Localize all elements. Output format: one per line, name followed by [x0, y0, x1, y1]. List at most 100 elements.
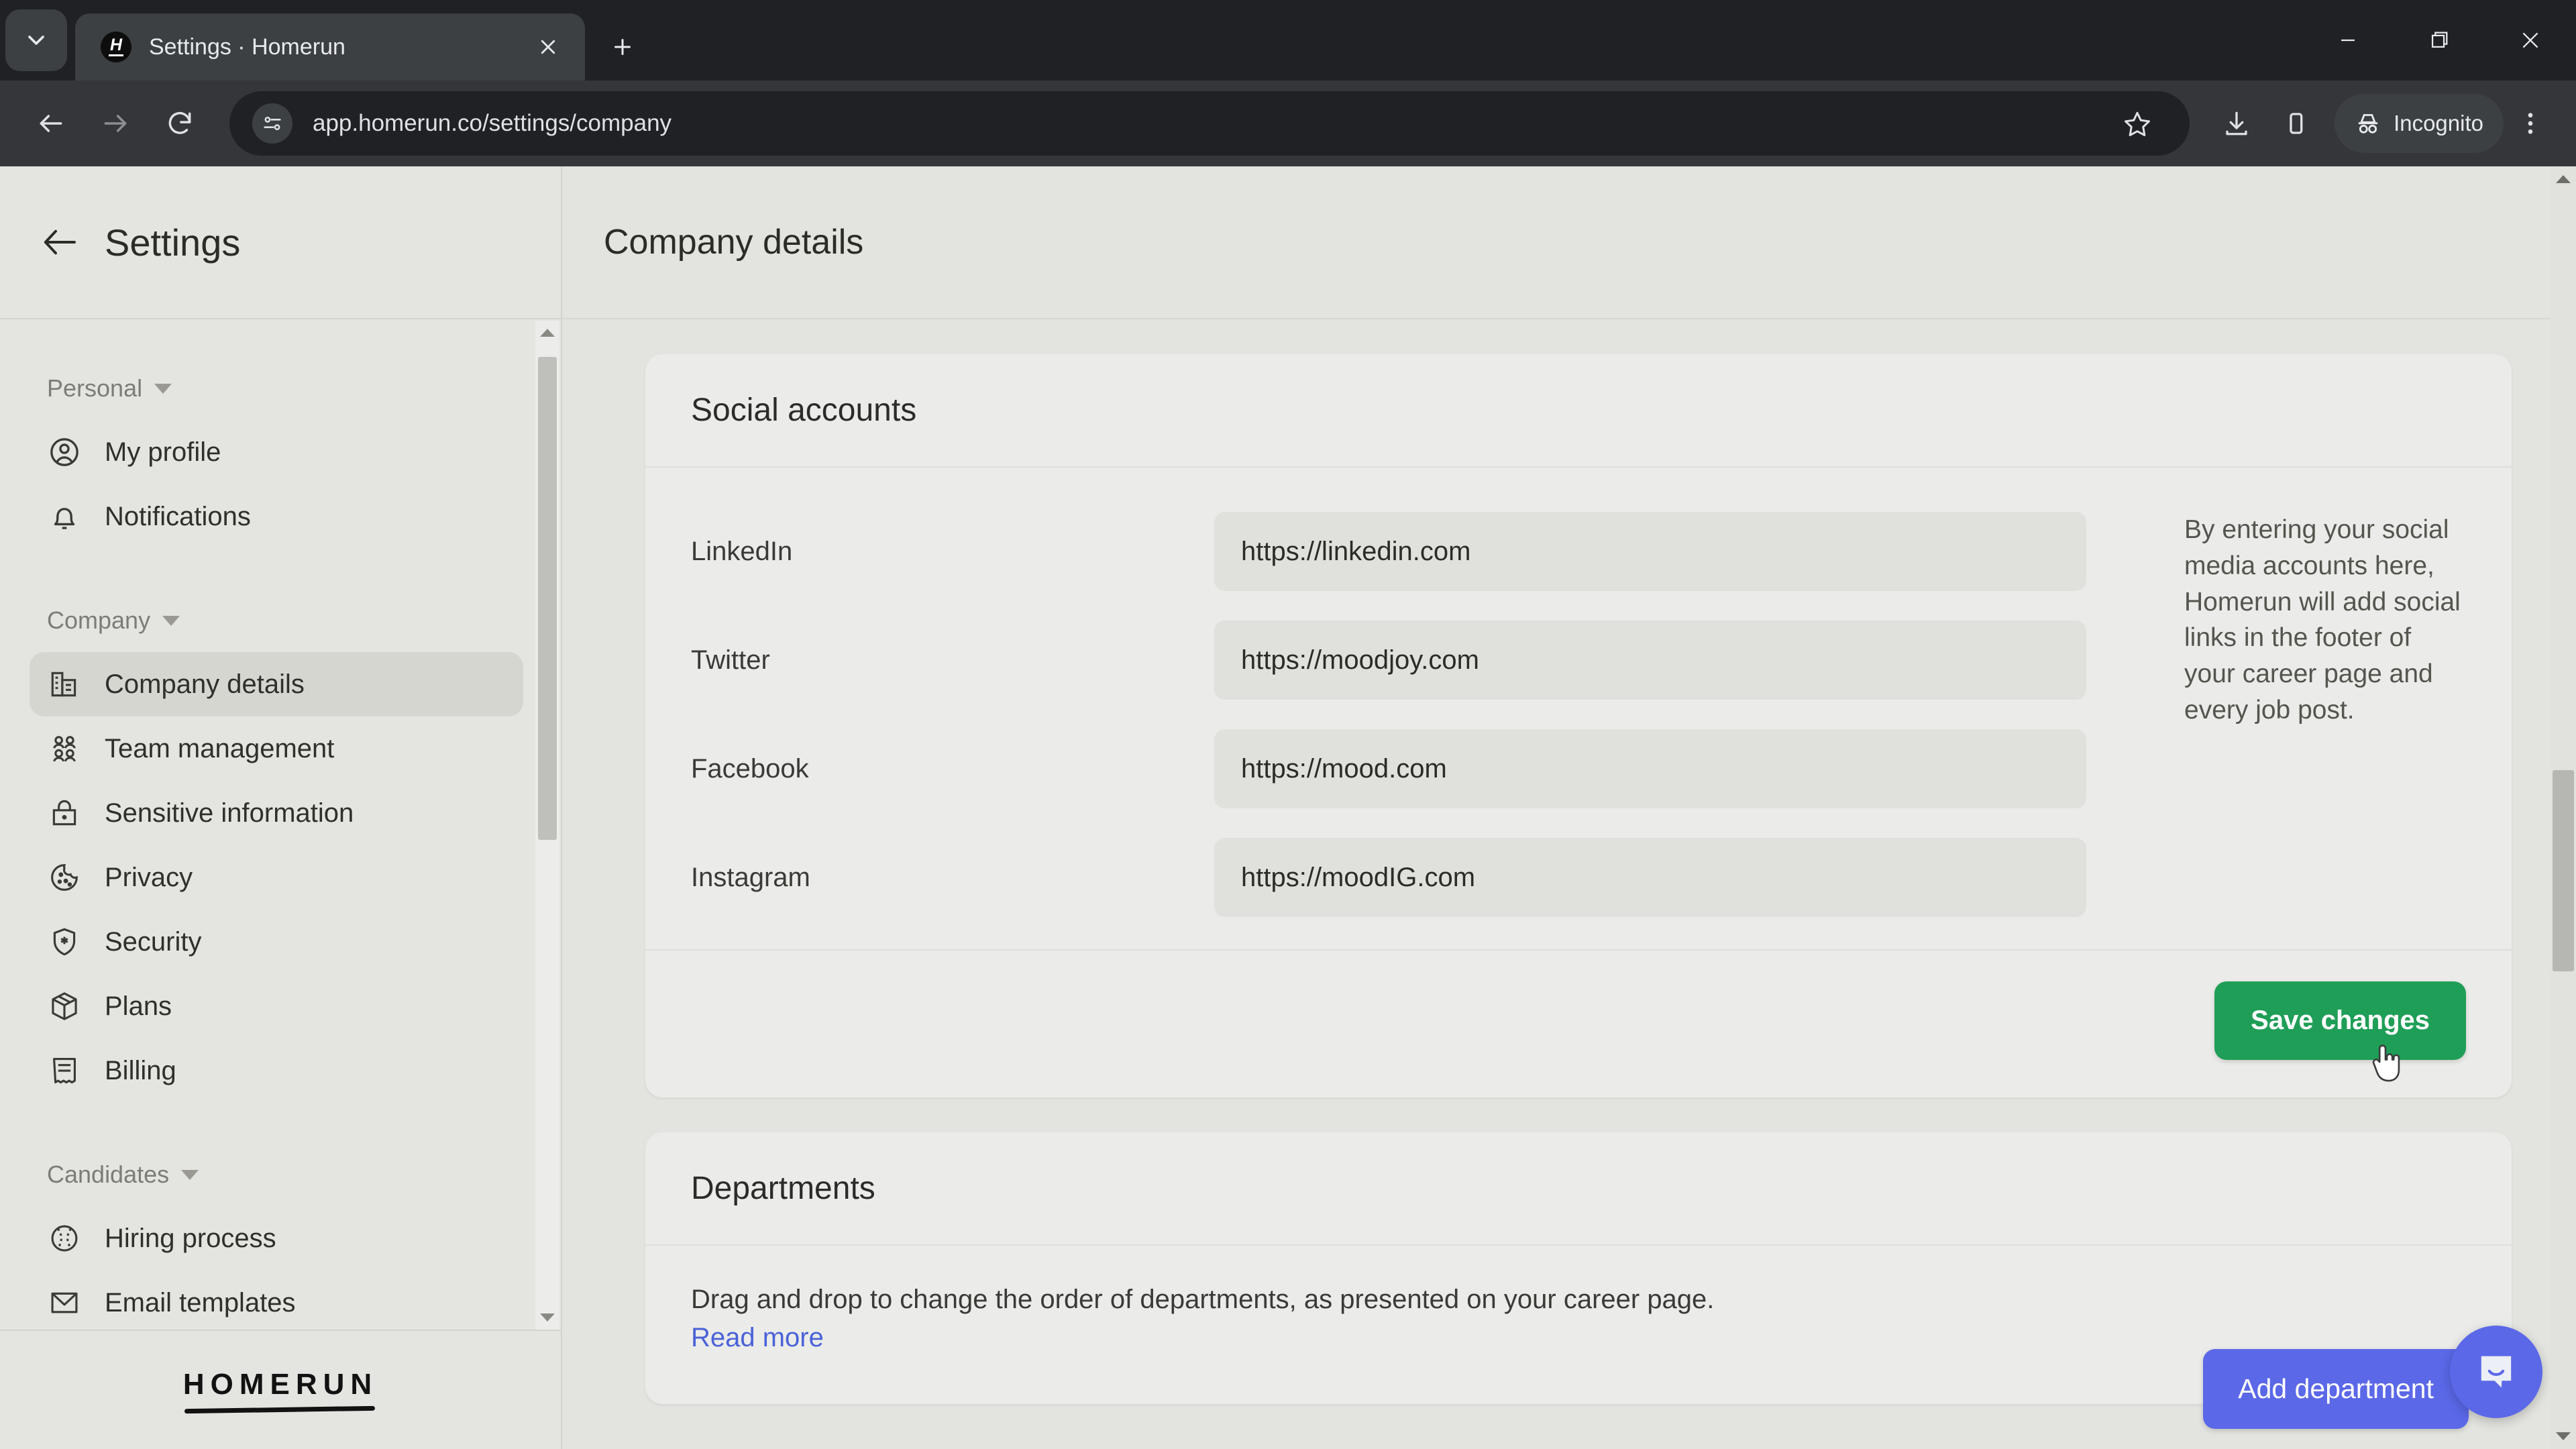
- chevron-down-icon: [162, 615, 180, 626]
- bookmark-button[interactable]: [2108, 94, 2167, 153]
- sidebar-item-label: Team management: [105, 733, 335, 763]
- address-bar[interactable]: app.homerun.co/settings/company: [229, 91, 2190, 156]
- star-icon: [2125, 111, 2151, 136]
- profile-incognito-chip[interactable]: Incognito: [2334, 94, 2504, 153]
- people-group-icon: [47, 731, 82, 766]
- card-body: LinkedIn https://linkedin.com Twitter ht…: [645, 468, 2512, 949]
- page-scrollbar-thumb[interactable]: [2553, 770, 2574, 971]
- facebook-input[interactable]: https://mood.com: [1214, 729, 2086, 808]
- sidebar-group-header-company[interactable]: Company: [0, 589, 561, 652]
- page-header: Company details: [562, 166, 2576, 319]
- content-scroll-area[interactable]: Social accounts LinkedIn https://linkedi…: [562, 319, 2576, 1449]
- tune-sliders-icon: [264, 116, 281, 131]
- card-title: Departments: [691, 1171, 875, 1206]
- cookie-icon: [47, 860, 82, 895]
- departments-description: Drag and drop to change the order of dep…: [645, 1246, 1826, 1404]
- sidebar-item-label: Email templates: [105, 1287, 296, 1318]
- incognito-hat-icon: [2358, 114, 2378, 133]
- sidebar-item-my-profile[interactable]: My profile: [30, 420, 523, 484]
- twitter-input[interactable]: https://moodjoy.com: [1214, 621, 2086, 700]
- field-row-twitter: Twitter https://moodjoy.com: [691, 606, 2155, 714]
- sidebar-scrollbar-thumb[interactable]: [538, 357, 557, 840]
- card-header: Social accounts: [645, 354, 2512, 468]
- sidebar-group-personal: Personal My profile Notifications: [0, 357, 561, 549]
- sidebar-item-label: Sensitive information: [105, 798, 354, 828]
- tab-strip: H Settings · Homerun: [0, 0, 2576, 80]
- add-department-button[interactable]: Add department: [2203, 1349, 2469, 1429]
- browser-window: H Settings · Homerun app.homerun.co/sett…: [0, 0, 2576, 1449]
- sidebar-group-label: Personal: [47, 374, 143, 402]
- sidebar-group-label: Candidates: [47, 1161, 170, 1188]
- chevron-down-icon: [181, 1169, 199, 1180]
- sidebar-item-label: Plans: [105, 991, 172, 1021]
- linkedin-input[interactable]: https://linkedin.com: [1214, 512, 2086, 591]
- forward-button[interactable]: [83, 91, 148, 156]
- reload-button[interactable]: [148, 91, 212, 156]
- sidebar-item-sensitive-information[interactable]: Sensitive information: [30, 781, 523, 845]
- field-label: Instagram: [691, 862, 810, 892]
- sidebar-group-header-candidates[interactable]: Candidates: [0, 1143, 561, 1206]
- sidebar-group-candidates: Candidates Hiring process Email template…: [0, 1143, 561, 1330]
- browser-tab[interactable]: H Settings · Homerun: [75, 13, 585, 80]
- sidebar-item-company-details[interactable]: Company details: [30, 652, 523, 716]
- new-tab-button[interactable]: [597, 21, 648, 72]
- sidebar-scrollbar[interactable]: [535, 321, 559, 1330]
- sidebar-scroll-up-button[interactable]: [535, 321, 559, 345]
- page-scroll-up-button[interactable]: [2551, 166, 2576, 192]
- sidebar-item-security[interactable]: Security: [30, 910, 523, 974]
- homerun-favicon: H: [101, 32, 131, 62]
- intercom-launcher-button[interactable]: [2450, 1326, 2542, 1418]
- browser-toolbar: app.homerun.co/settings/company Incognit…: [0, 80, 2576, 166]
- favicon-letter: H: [109, 36, 123, 55]
- sidebar-group-header-personal[interactable]: Personal: [0, 357, 561, 420]
- url-text: app.homerun.co/settings/company: [313, 110, 672, 136]
- favicon-underline: [109, 54, 123, 56]
- close-window-button[interactable]: [2485, 0, 2576, 80]
- settings-sidebar: Settings Personal My profile Notificatio…: [0, 166, 562, 1449]
- maximize-button[interactable]: [2394, 0, 2485, 80]
- settings-back-button[interactable]: [42, 223, 79, 261]
- social-accounts-card: Social accounts LinkedIn https://linkedi…: [645, 354, 2512, 1097]
- sidebar-item-hiring-process[interactable]: Hiring process: [30, 1206, 523, 1271]
- building-icon: [47, 667, 82, 702]
- profile-label: Incognito: [2394, 111, 2483, 136]
- downloads-button[interactable]: [2207, 94, 2266, 153]
- sidebar-item-email-templates[interactable]: Email templates: [30, 1271, 523, 1330]
- instagram-input[interactable]: https://moodIG.com: [1214, 838, 2086, 917]
- save-changes-button[interactable]: Save changes: [2214, 981, 2466, 1060]
- homerun-logo: HOMERUN: [183, 1368, 378, 1414]
- page-scrollbar[interactable]: [2551, 166, 2576, 1449]
- sidebar-scroll-down-button[interactable]: [535, 1305, 559, 1330]
- side-panel-button[interactable]: [2266, 94, 2325, 153]
- sidebar-item-team-management[interactable]: Team management: [30, 716, 523, 781]
- back-button[interactable]: [19, 91, 83, 156]
- minimize-icon: [2341, 39, 2355, 42]
- tab-title: Settings · Homerun: [149, 34, 345, 60]
- triangle-down-icon: [540, 1313, 555, 1322]
- social-fields-list: LinkedIn https://linkedin.com Twitter ht…: [691, 497, 2155, 932]
- sidebar-item-billing[interactable]: Billing: [30, 1038, 523, 1103]
- tab-close-button[interactable]: [529, 28, 568, 66]
- sidebar-scroll-area[interactable]: Personal My profile Notifications Compan…: [0, 319, 561, 1330]
- sidebar-item-label: Company details: [105, 669, 305, 699]
- sidebar-item-label: My profile: [105, 437, 221, 467]
- minimize-button[interactable]: [2302, 0, 2394, 80]
- site-info-button[interactable]: [252, 103, 292, 144]
- page-scroll-down-button[interactable]: [2551, 1424, 2576, 1449]
- field-row-linkedin: LinkedIn https://linkedin.com: [691, 497, 2155, 606]
- sidebar-item-plans[interactable]: Plans: [30, 974, 523, 1038]
- shield-star-icon: [47, 924, 82, 959]
- main-content: Company details Social accounts LinkedIn…: [562, 166, 2576, 1449]
- sidebar-item-privacy[interactable]: Privacy: [30, 845, 523, 910]
- social-accounts-help-text: By entering your social media accounts h…: [2184, 515, 2461, 725]
- field-label: Facebook: [691, 753, 809, 784]
- read-more-link[interactable]: Read more: [691, 1323, 824, 1352]
- browser-menu-button[interactable]: [2504, 94, 2557, 153]
- sidebar-item-notifications[interactable]: Notifications: [30, 484, 523, 549]
- tab-search-button[interactable]: [5, 9, 67, 71]
- side-panel-icon: [2290, 113, 2303, 134]
- triangle-down-icon: [2556, 1432, 2571, 1440]
- back-arrow-icon: [40, 115, 62, 132]
